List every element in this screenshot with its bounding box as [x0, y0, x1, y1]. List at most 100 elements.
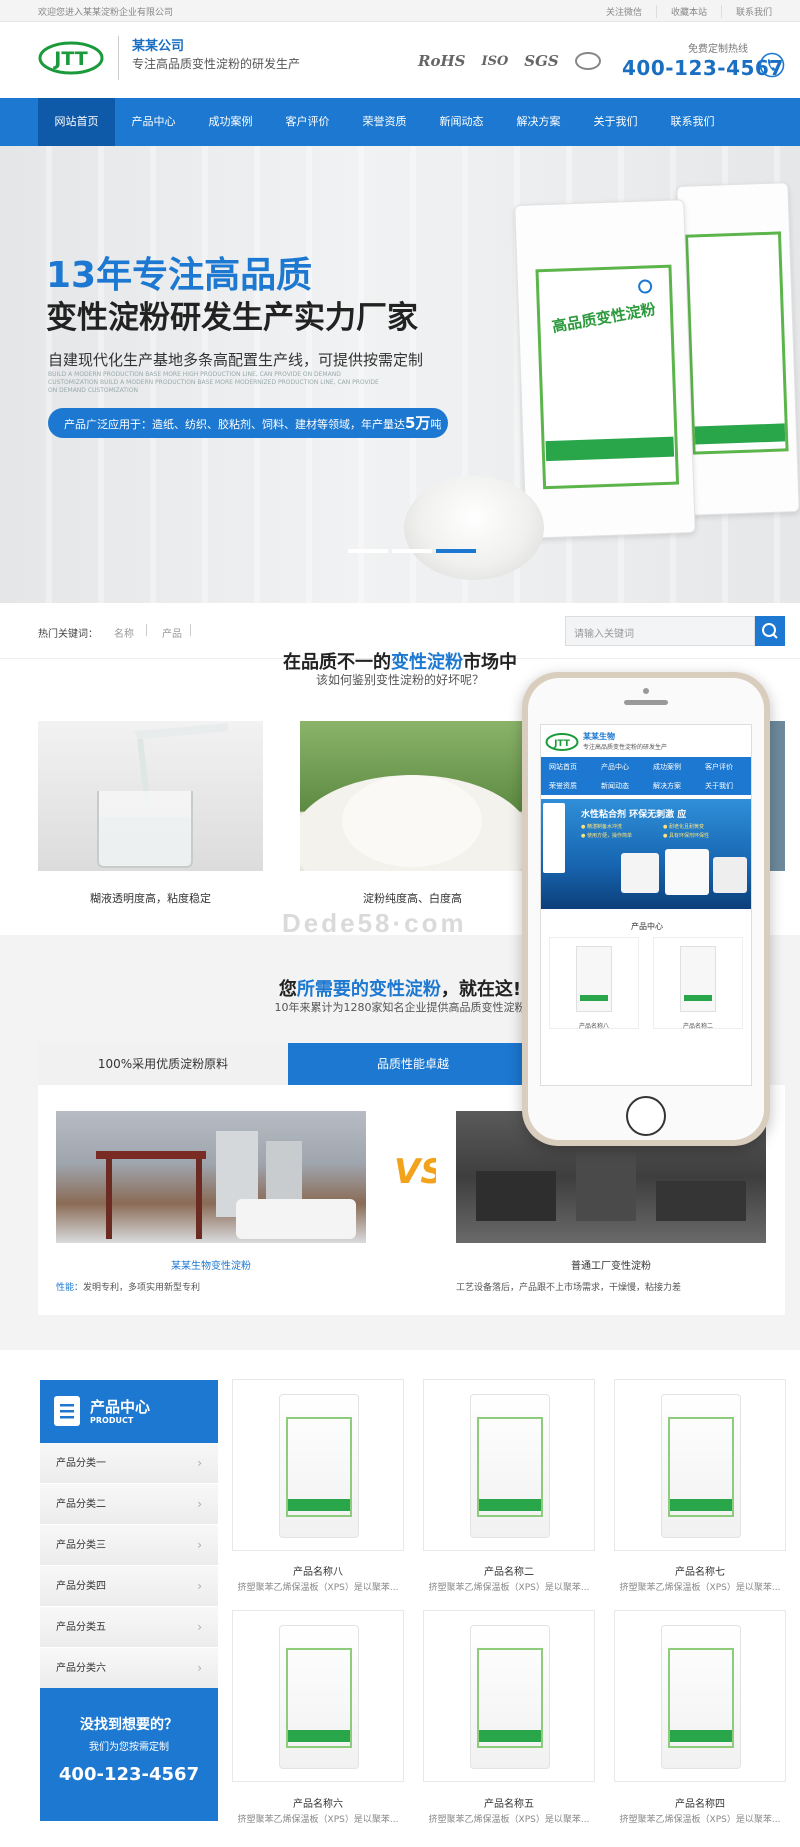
banner-pagination [348, 549, 476, 553]
desc-label: 性能： [56, 1283, 84, 1293]
phone-section-title: 产品中心 [631, 922, 663, 931]
main-nav: 网站首页 产品中心 成功案例 客户评价 荣誉资质 新闻动态 解决方案 关于我们 … [0, 98, 800, 146]
product-card[interactable] [423, 1610, 595, 1782]
search-input[interactable]: 请输入关键词 [565, 616, 755, 646]
search-button[interactable] [755, 616, 785, 646]
cert-logos: RoHS ISO SGS [418, 52, 601, 70]
feature-caption-1: 糊液透明度高，粘度稳定 [90, 892, 211, 905]
phone-banner-text: 水性粘合剂 环保无刺激 应 [581, 810, 687, 820]
product-name[interactable]: 产品名称二 [423, 1563, 595, 1578]
title-highlight: 变性淀粉 [391, 652, 463, 673]
chevron-right-icon: › [197, 1497, 202, 1511]
sidebar-title-en: PRODUCT [90, 1416, 134, 1425]
logo[interactable]: JTT [38, 36, 104, 80]
sidebar-item-label: 产品分类三 [56, 1540, 106, 1551]
product-name[interactable]: 产品名称七 [614, 1563, 786, 1578]
sidebar-item-category-2[interactable]: 产品分类二 › [40, 1484, 218, 1525]
phone-nav-item[interactable]: 解决方案 [653, 781, 681, 791]
nav-cases[interactable]: 成功案例 [192, 98, 269, 146]
product-name[interactable]: 产品名称五 [423, 1795, 595, 1810]
banner-dot[interactable] [348, 549, 388, 553]
pill-text: 产品广泛应用于：造纸、纺织、胶粘剂、饲料、建材等领域，年产量达 [64, 418, 405, 431]
phone-nav-item[interactable]: 成功案例 [653, 762, 681, 772]
phone-banner-bullet: ● 具有环保剂环保性 [663, 833, 709, 839]
tab-performance[interactable]: 品质性能卓越 [288, 1043, 538, 1085]
phone-nav-item[interactable]: 新闻动态 [601, 781, 629, 791]
brand-name: 某某公司 [132, 39, 185, 54]
sidebar-item-category-1[interactable]: 产品分类一 › [40, 1443, 218, 1484]
desc-text: 发明专利，多项实用新型专利 [83, 1283, 201, 1293]
chevron-right-icon: › [197, 1538, 202, 1552]
search-icon [762, 623, 778, 639]
keyword-link[interactable]: 名称 [114, 625, 134, 640]
keyword-divider [146, 624, 147, 636]
ccc-logo [574, 52, 601, 70]
bookmark-link[interactable]: 收藏本站 [655, 5, 721, 18]
hero-banner: 13年专注高品质 变性淀粉研发生产实力厂家 自建现代化生产基地多条高配置生产线，… [0, 146, 800, 603]
phone-nav-item[interactable]: 产品中心 [601, 762, 629, 772]
sidebar-item-category-3[interactable]: 产品分类三 › [40, 1525, 218, 1566]
nav-news[interactable]: 新闻动态 [423, 98, 500, 146]
sidebar-item-label: 产品分类四 [56, 1581, 106, 1592]
contact-link[interactable]: 联系我们 [720, 5, 786, 18]
title-part: 在品质不一的 [283, 652, 391, 673]
product-card[interactable] [423, 1379, 595, 1551]
mobile-preview: JTT 某某生物 专注高品质变性淀粉的研发生产 网站首页 产品中心 成功案例 客… [522, 672, 770, 1146]
product-name[interactable]: 产品名称六 [232, 1795, 404, 1810]
sidebar-item-label: 产品分类二 [56, 1499, 106, 1510]
bag-green-band [479, 1499, 541, 1511]
phone-nav-item[interactable]: 网站首页 [549, 762, 577, 772]
product-bag-back [676, 182, 800, 516]
pill-unit: 吨 [430, 418, 442, 431]
product-name[interactable]: 产品名称八 [232, 1563, 404, 1578]
white-starch-photo [300, 721, 525, 871]
product-card[interactable] [232, 1610, 404, 1782]
phone-product-card[interactable] [549, 937, 639, 1029]
phone-banner-bullet: ● 精湛制备水冲洗 [581, 824, 622, 830]
bag-green-band [479, 1730, 541, 1742]
cta-title: 没找到想要的？ [80, 1717, 178, 1733]
bag-green-band [288, 1499, 350, 1511]
wechat-link[interactable]: 关注微信 [592, 5, 656, 18]
banner-dot-active[interactable] [436, 549, 476, 553]
sidebar-item-label: 产品分类六 [56, 1663, 106, 1674]
our-product-desc: 性能：发明专利，多项实用新型专利 [56, 1280, 200, 1293]
product-card[interactable] [614, 1379, 786, 1551]
bag-green-band [580, 995, 608, 1001]
custom-order-cta[interactable]: 没找到想要的？ 我们为您按需定制 400-123-4567 [40, 1688, 218, 1821]
bag-green-band [684, 995, 712, 1001]
nav-reviews[interactable]: 客户评价 [269, 98, 346, 146]
phone-logo: JTT [545, 733, 579, 751]
feature-caption-2: 淀粉纯度高、白度高 [363, 892, 462, 905]
phone-product-name: 产品名称八 [578, 1023, 609, 1030]
starch-powder-pile [404, 476, 544, 580]
phone-nav: 网站首页 产品中心 成功案例 客户评价 荣誉资质 新闻动态 解决方案 关于我们 [541, 757, 751, 795]
product-name[interactable]: 产品名称四 [614, 1795, 786, 1810]
product-bag-image [661, 1625, 741, 1769]
sidebar-item-category-4[interactable]: 产品分类四 › [40, 1566, 218, 1607]
rohs-logo: RoHS [418, 52, 466, 70]
nav-products[interactable]: 产品中心 [115, 98, 192, 146]
phone-product-card[interactable] [653, 937, 743, 1029]
banner-dot[interactable] [392, 549, 432, 553]
bag-label [684, 231, 789, 455]
header: JTT 某某公司 专注高品质变性淀粉的研发生产 RoHS ISO SGS 免费定… [0, 22, 800, 98]
nav-home[interactable]: 网站首页 [38, 98, 115, 146]
sidebar-item-category-5[interactable]: 产品分类五 › [40, 1607, 218, 1648]
phone-nav-item[interactable]: 关于我们 [705, 781, 733, 791]
keyword-link[interactable]: 产品 [162, 625, 182, 640]
product-card[interactable] [614, 1610, 786, 1782]
product-desc: 挤塑聚苯乙烯保温板（XPS）是以聚苯... [428, 1815, 590, 1825]
phone-nav-item[interactable]: 荣誉资质 [549, 781, 577, 791]
tab-raw-material[interactable]: 100%采用优质淀粉原料 [38, 1043, 288, 1085]
nav-about[interactable]: 关于我们 [577, 98, 654, 146]
product-card[interactable] [232, 1379, 404, 1551]
nav-contact[interactable]: 联系我们 [654, 98, 731, 146]
nav-solutions[interactable]: 解决方案 [500, 98, 577, 146]
phone-nav-item[interactable]: 客户评价 [705, 762, 733, 772]
sidebar-item-category-6[interactable]: 产品分类六 › [40, 1648, 218, 1689]
factory-equipment-image [96, 1131, 356, 1239]
title-part: 您 [278, 979, 297, 1000]
menu-list-icon [54, 1396, 80, 1426]
nav-honors[interactable]: 荣誉资质 [346, 98, 423, 146]
